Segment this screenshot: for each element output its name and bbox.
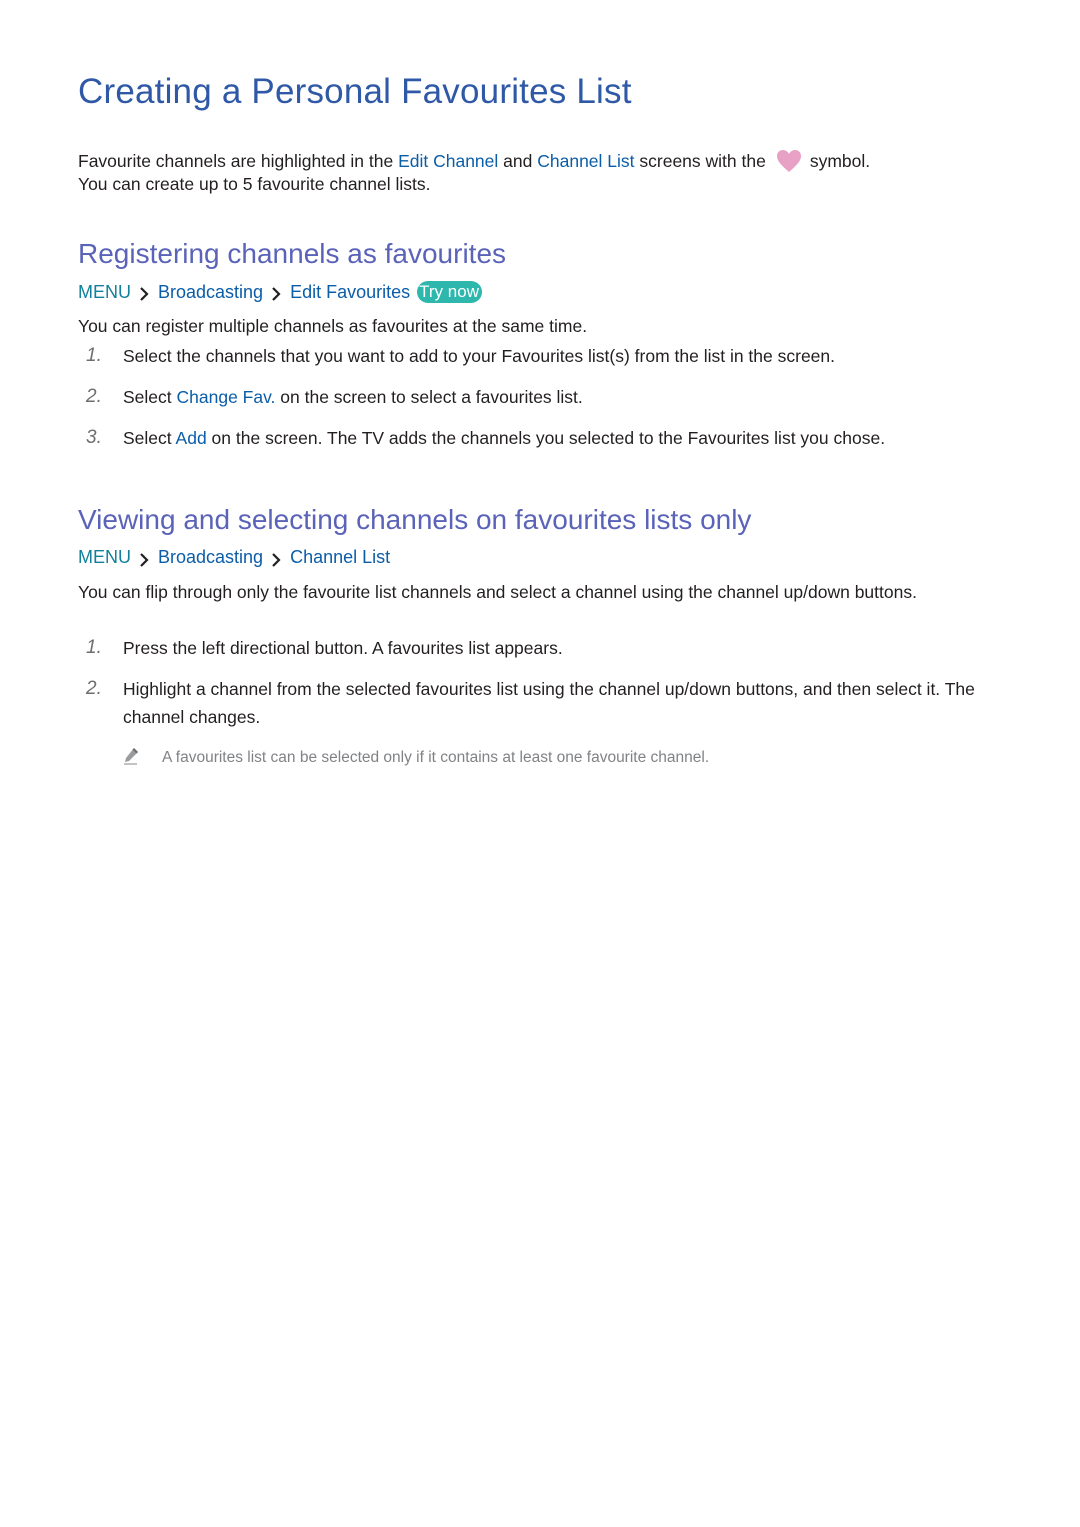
breadcrumb-menu[interactable]: MENU (78, 282, 131, 303)
breadcrumb-edit-favourites[interactable]: Edit Favourites (290, 282, 410, 303)
intro-text: and (498, 151, 538, 171)
note-text: A favourites list can be selected only i… (162, 749, 710, 766)
add-link[interactable]: Add (176, 428, 207, 448)
section-description: You can flip through only the favourite … (78, 582, 917, 602)
breadcrumb-menu[interactable]: MENU (78, 547, 131, 568)
breadcrumb-broadcasting[interactable]: Broadcasting (158, 282, 263, 303)
intro-text: screens with the (634, 151, 766, 171)
intro-text: symbol. (809, 151, 871, 171)
edit-channel-link[interactable]: Edit Channel (398, 151, 498, 171)
intro-line-2: You can create up to 5 favourite channel… (78, 174, 431, 194)
heart-icon (776, 149, 802, 173)
breadcrumb: MENU Broadcasting Channel List (78, 547, 390, 568)
intro-paragraph: Favourite channels are highlighted in th… (78, 149, 1028, 195)
step-number: 1. (86, 345, 102, 366)
step-text-part: Select (123, 428, 176, 448)
chevron-right-icon (271, 285, 281, 301)
step-text: Select Change Fav. on the screen to sele… (123, 383, 1013, 411)
chevron-right-icon (139, 551, 149, 567)
try-now-button[interactable]: Try now (417, 281, 482, 303)
step-text: Select the channels that you want to add… (123, 346, 836, 366)
section-heading-registering: Registering channels as favourites (78, 238, 507, 269)
step-text: Select Add on the screen. The TV adds th… (123, 424, 1013, 452)
chevron-right-icon (271, 551, 281, 567)
page-title: Creating a Personal Favourites List (78, 72, 632, 111)
step-number: 2. (86, 678, 102, 699)
section-heading-viewing: Viewing and selecting channels on favour… (78, 504, 752, 535)
step-text-part: on the screen. The TV adds the channels … (206, 428, 886, 448)
step-text-part: on the screen to select a favourites lis… (275, 387, 583, 407)
chevron-right-icon (139, 285, 149, 301)
step-number: 2. (86, 386, 102, 407)
step-text: Highlight a channel from the selected fa… (123, 679, 975, 727)
breadcrumb: MENU Broadcasting Edit Favourites Try no… (78, 281, 482, 303)
change-fav-link[interactable]: Change Fav. (177, 387, 276, 407)
step-text: Press the left directional button. A fav… (123, 638, 563, 658)
intro-text: Favourite channels are highlighted in th… (78, 151, 399, 171)
step-text-part: Select (123, 387, 177, 407)
breadcrumb-broadcasting[interactable]: Broadcasting (158, 547, 263, 568)
section-description: You can register multiple channels as fa… (78, 316, 588, 336)
pencil-icon (123, 747, 139, 765)
step-number: 3. (86, 427, 102, 448)
channel-list-link[interactable]: Channel List (537, 151, 634, 171)
step-number: 1. (86, 637, 102, 658)
breadcrumb-channel-list[interactable]: Channel List (290, 547, 390, 568)
